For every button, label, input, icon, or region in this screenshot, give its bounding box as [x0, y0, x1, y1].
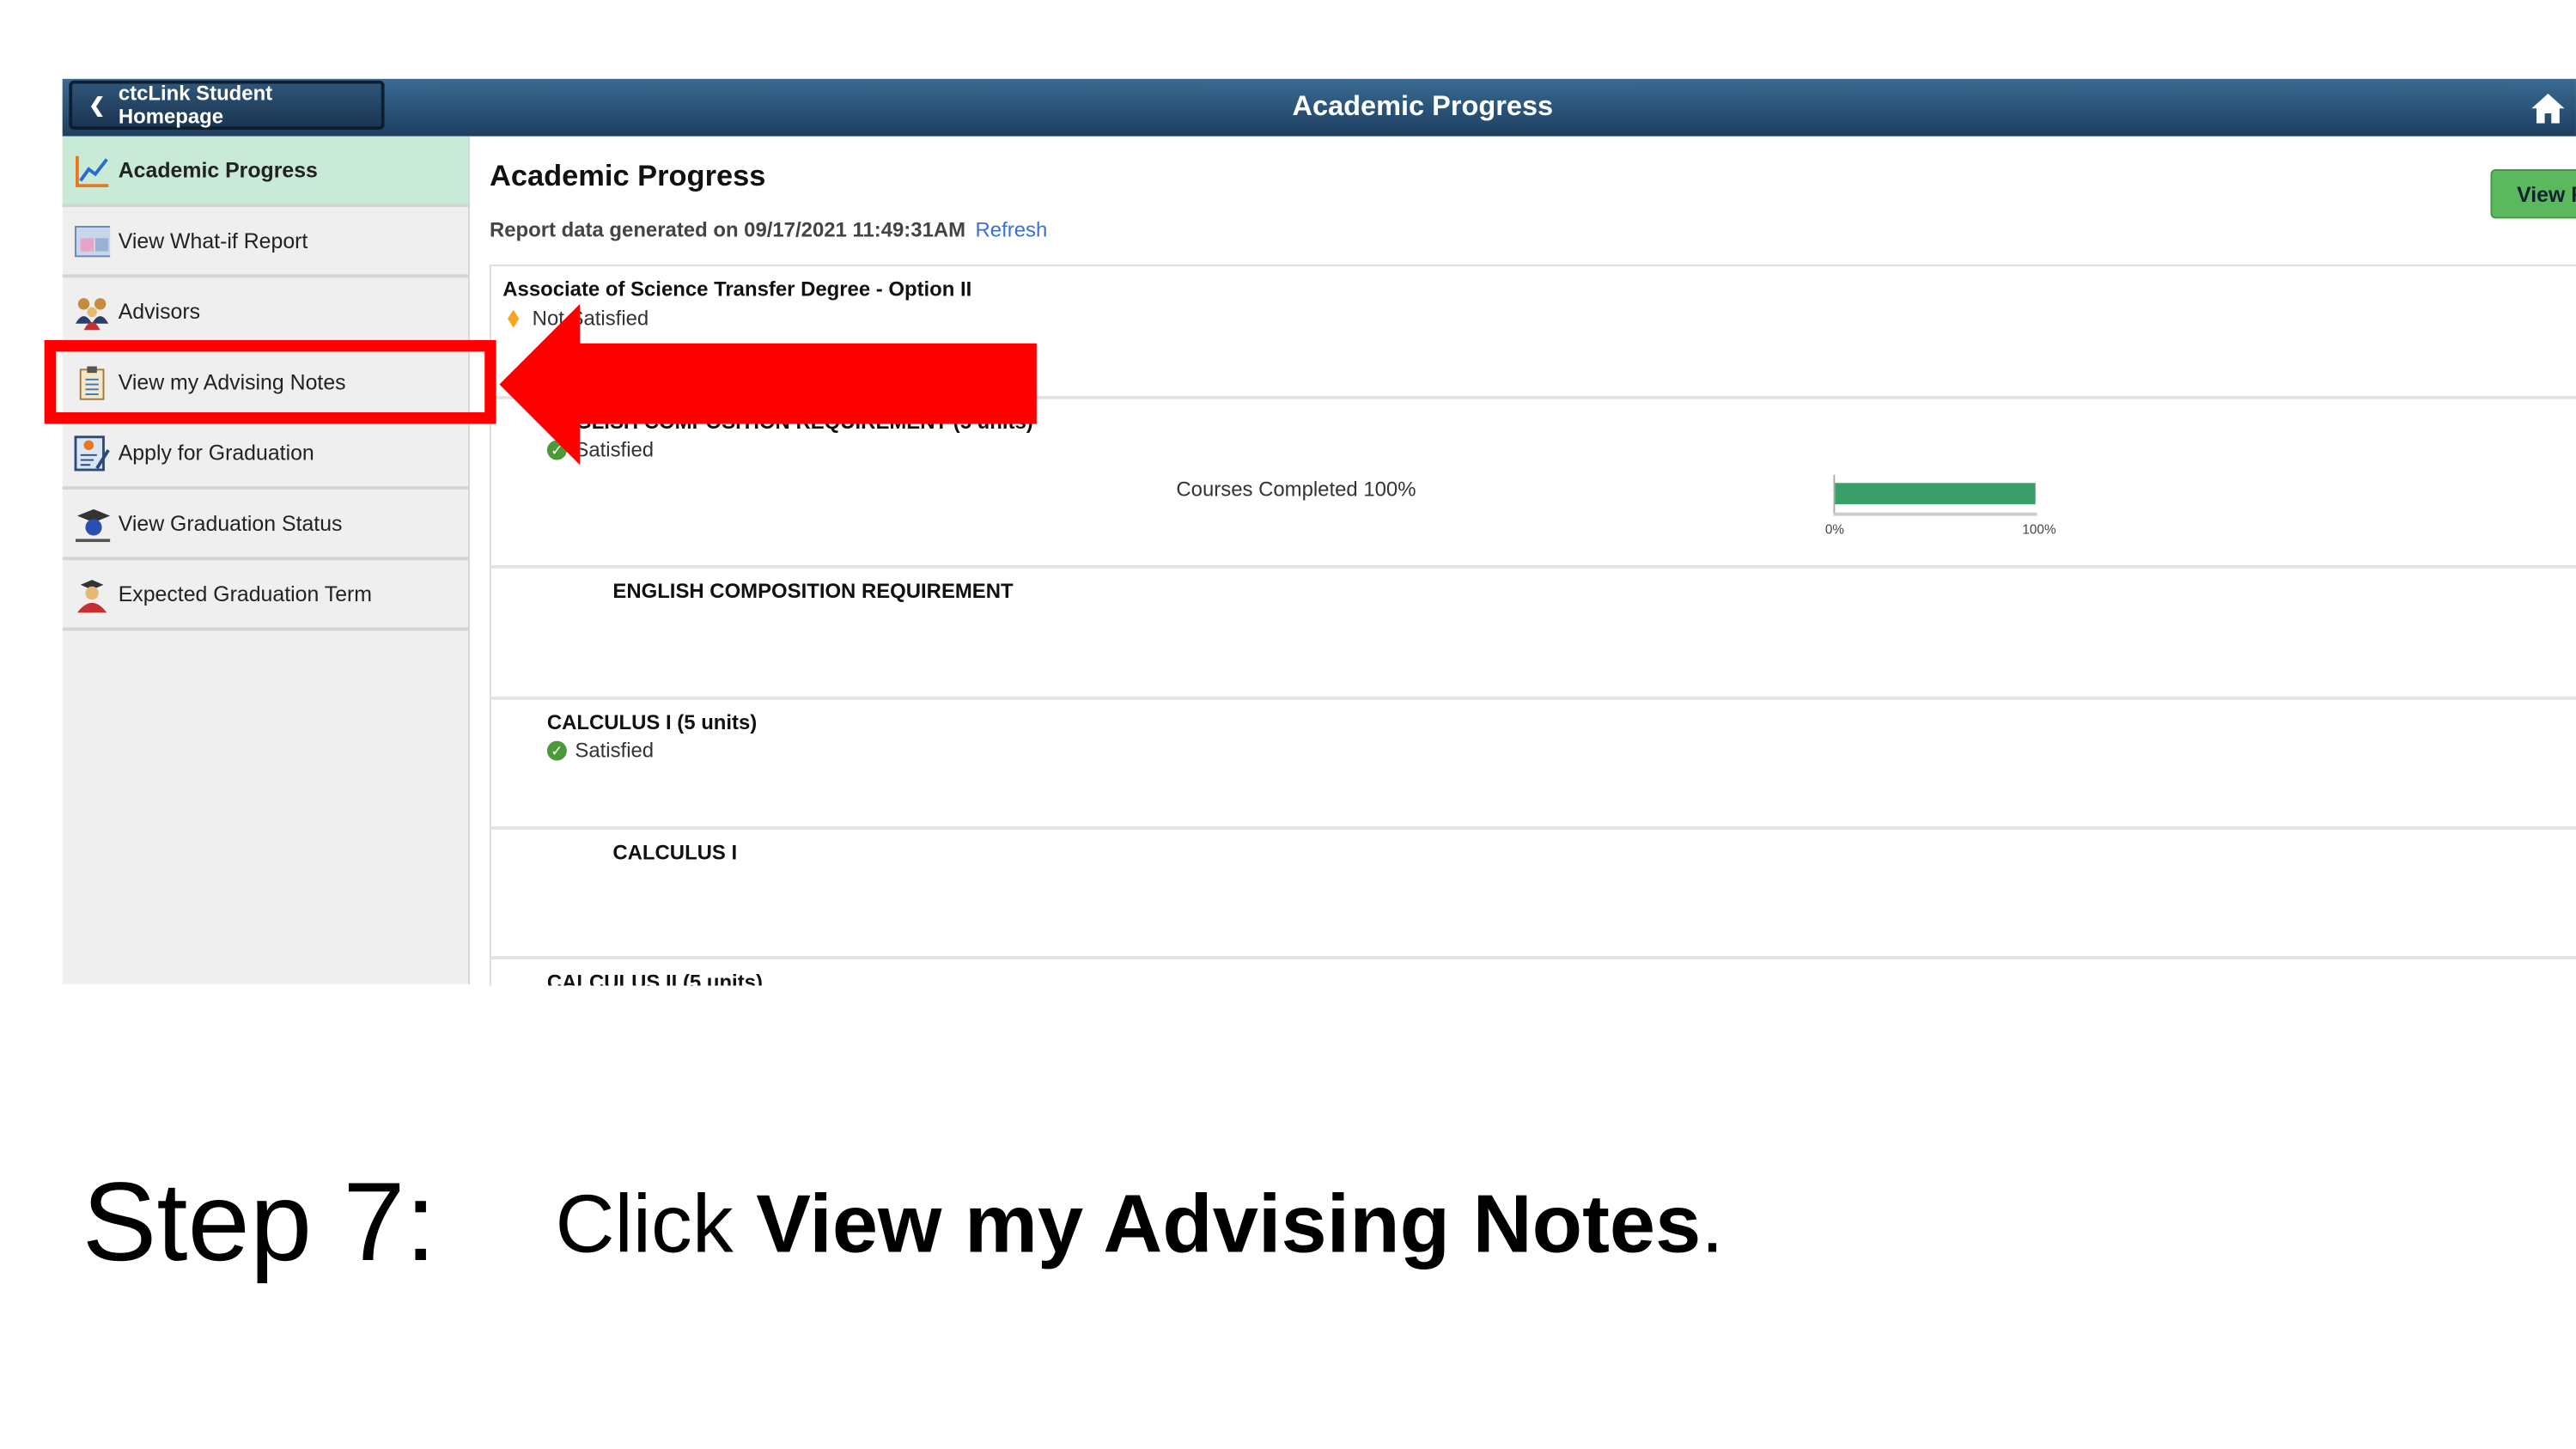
list-item[interactable]: CALCULUS I [490, 830, 2576, 959]
step-number: Step 7: [82, 1160, 436, 1285]
list-item[interactable]: CALCULUS II (5 units) [491, 959, 2576, 986]
requirement-title: CALCULUS I (5 units) [546, 711, 758, 734]
sidebar-item-label: Apply for Graduation [118, 440, 314, 466]
sidebar-item-graduation-status[interactable]: View Graduation Status [62, 490, 469, 561]
chart-line-icon [74, 152, 110, 188]
instruction-suffix: . [1701, 1178, 1724, 1270]
list-item[interactable]: ENGLISH COMPOSITION REQUIREMENT [490, 569, 2576, 700]
instruction-text: Click View my Advising Notes. [555, 1176, 1723, 1271]
instruction-target: View my Advising Notes [756, 1178, 1702, 1270]
sidebar-item-label: Academic Progress [118, 157, 318, 183]
report-generated-line: Report data generated on 09/17/2021 11:4… [490, 218, 1047, 241]
requirement-title: CALCULUS II (5 units) [546, 971, 763, 986]
requirement-title: Associate of Science Transfer Degree - O… [502, 277, 972, 301]
sidebar-item-apply-graduation[interactable]: Apply for Graduation [62, 419, 469, 490]
refresh-link[interactable]: Refresh [976, 218, 1048, 241]
back-to-homepage-button[interactable]: ❮ ctcLink Student Homepage [69, 80, 385, 131]
view-report-button[interactable]: View R [2490, 168, 2576, 219]
status-text: Satisfied [575, 739, 655, 763]
sidebar-item-advisors[interactable]: Advisors [62, 277, 469, 349]
sidebar-item-academic-progress[interactable]: Academic Progress [62, 136, 469, 207]
sidebar-item-expected-graduation-term[interactable]: Expected Graduation Term [62, 560, 469, 631]
progress-track [1833, 512, 2037, 516]
graduate-icon [74, 575, 110, 612]
list-item[interactable]: CALCULUS I (5 units) ✓ Satisfied [490, 700, 2576, 830]
course-title: ENGLISH COMPOSITION REQUIREMENT [612, 580, 1014, 603]
sidebar-item-what-if-report[interactable]: View What-if Report [62, 207, 469, 278]
sidebar-item-label: View What-if Report [118, 228, 308, 253]
sidebar-item-label: View Graduation Status [118, 510, 343, 536]
graduation-cap-icon [74, 505, 111, 542]
status: ✓ Satisfied [546, 739, 655, 763]
sidebar-item-label: Expected Graduation Term [118, 581, 373, 606]
progress-axis-max: 100% [2022, 522, 2056, 538]
sidebar: Academic Progress View What-if Report Ad… [62, 136, 471, 984]
highlight-box [44, 339, 496, 424]
app-title: Academic Progress [1292, 90, 1554, 122]
people-icon [74, 293, 110, 330]
progress-label: Courses Completed 100% [1176, 478, 1416, 502]
red-arrow-icon [499, 303, 1037, 466]
progress-fill [1835, 483, 2036, 505]
instruction-prefix: Click [555, 1178, 757, 1270]
check-circle-icon: ✓ [546, 740, 567, 761]
course-title: CALCULUS I [612, 841, 738, 865]
report-icon [74, 222, 111, 259]
chevron-left-icon: ❮ [88, 94, 106, 117]
home-icon[interactable] [2530, 90, 2566, 126]
graduation-form-icon [74, 435, 110, 471]
report-generated-text: Report data generated on 09/17/2021 11:4… [489, 218, 966, 242]
progress-axis-min: 0% [1824, 522, 1845, 538]
page-title: Academic Progress [489, 159, 766, 192]
back-button-label: ctcLink Student Homepage [118, 82, 273, 129]
sidebar-item-label: Advisors [118, 299, 201, 324]
